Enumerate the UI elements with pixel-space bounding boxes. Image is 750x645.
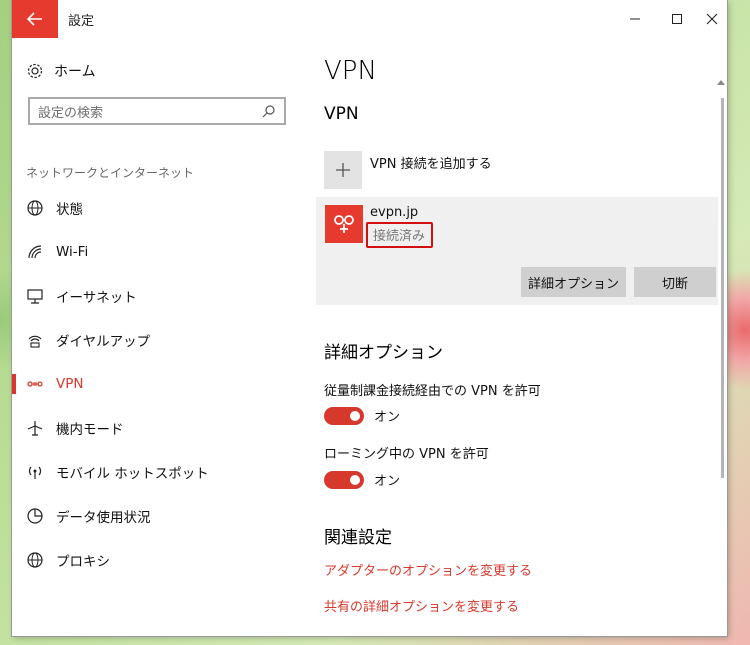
section-title-vpn: VPN xyxy=(324,104,359,124)
ethernet-icon xyxy=(26,287,44,305)
toggle-state: オン xyxy=(374,474,401,489)
gear-icon xyxy=(27,63,43,79)
sidebar-item-wifi[interactable]: Wi-Fi xyxy=(12,230,312,274)
data-usage-icon xyxy=(26,507,44,525)
sidebar-item-label: 機内モード xyxy=(56,422,124,438)
main-content: VPN VPN VPN 接続を追加する evpn.jp 接続済み 詳細オプション… xyxy=(316,38,724,636)
sidebar-item-label: プロキシ xyxy=(56,554,110,570)
globe-status-icon xyxy=(26,199,44,217)
sidebar: ホーム 設定の検索 ネットワークとインターネット 状態 Wi-Fi イーサネット… xyxy=(12,38,312,636)
minimize-icon xyxy=(630,18,640,20)
sidebar-item-label: 状態 xyxy=(56,202,83,218)
search-icon xyxy=(262,105,275,118)
sidebar-item-airplane[interactable]: 機内モード xyxy=(12,406,312,450)
roaming-option-label: ローミング中の VPN を許可 xyxy=(324,447,489,462)
category-heading: ネットワークとインターネット xyxy=(26,166,195,180)
settings-window: 設定 ホーム 設定の検索 ネットワークとインターネット 状態 Wi-Fi イーサ… xyxy=(12,0,727,636)
nav-list: 状態 Wi-Fi イーサネット ダイヤルアップ VPN 機内モード モバイル ホ… xyxy=(12,186,312,582)
sidebar-item-data-usage[interactable]: データ使用状況 xyxy=(12,494,312,538)
home-label: ホーム xyxy=(54,64,96,80)
scroll-up-arrow-icon[interactable] xyxy=(717,80,725,85)
add-vpn-label: VPN 接続を追加する xyxy=(370,156,492,172)
related-settings-title: 関連設定 xyxy=(324,528,392,548)
sidebar-item-ethernet[interactable]: イーサネット xyxy=(12,274,312,318)
airplane-icon xyxy=(26,419,44,437)
sidebar-item-dialup[interactable]: ダイヤルアップ xyxy=(12,318,312,362)
connection-status: 接続済み xyxy=(366,222,434,248)
sidebar-item-hotspot[interactable]: モバイル ホットスポット xyxy=(12,450,312,494)
vpn-connection-icon xyxy=(325,205,363,243)
globe-icon xyxy=(26,551,44,569)
toggle-track xyxy=(324,470,364,489)
connection-name: evpn.jp xyxy=(370,205,419,220)
sidebar-item-label: モバイル ホットスポット xyxy=(56,466,209,482)
home-item[interactable]: ホーム xyxy=(26,61,96,81)
wifi-icon xyxy=(26,243,44,261)
advanced-options-button[interactable]: 詳細オプション xyxy=(521,267,626,297)
toggle-state: オン xyxy=(374,410,401,425)
sharing-options-link[interactable]: 共有の詳細オプションを変更する xyxy=(324,596,519,615)
back-button[interactable] xyxy=(12,0,58,38)
sidebar-item-label: イーサネット xyxy=(56,290,137,306)
sidebar-item-label: Wi-Fi xyxy=(56,244,89,260)
title-bar: 設定 xyxy=(12,0,727,38)
adapter-options-link[interactable]: アダプターのオプションを変更する xyxy=(324,560,532,579)
add-vpn-button[interactable]: VPN 接続を追加する xyxy=(324,151,492,189)
sidebar-item-proxy[interactable]: プロキシ xyxy=(12,538,312,582)
scrollbar[interactable] xyxy=(715,38,727,636)
sidebar-item-label: ダイヤルアップ xyxy=(56,334,151,350)
close-button[interactable] xyxy=(696,0,727,38)
search-placeholder: 設定の検索 xyxy=(38,105,104,121)
plus-icon xyxy=(324,151,362,189)
sidebar-item-label: データ使用状況 xyxy=(56,510,151,526)
hotspot-icon xyxy=(26,463,44,481)
disconnect-button[interactable]: 切断 xyxy=(634,267,716,297)
page-title: VPN xyxy=(324,56,377,86)
close-icon xyxy=(706,13,717,25)
toggle-track xyxy=(324,406,364,425)
advanced-options-title: 詳細オプション xyxy=(324,343,443,363)
sidebar-item-label: VPN xyxy=(56,376,84,392)
scroll-thumb[interactable] xyxy=(721,98,724,478)
vpn-icon xyxy=(26,375,44,393)
metered-toggle[interactable]: オン xyxy=(324,406,400,425)
window-title: 設定 xyxy=(68,14,95,29)
sidebar-item-vpn[interactable]: VPN xyxy=(12,362,312,406)
sidebar-item-status[interactable]: 状態 xyxy=(12,186,312,230)
roaming-toggle[interactable]: オン xyxy=(324,470,400,489)
dialup-icon xyxy=(26,331,44,349)
arrow-left-icon xyxy=(27,12,42,26)
maximize-icon xyxy=(672,14,682,24)
minimize-button[interactable] xyxy=(612,0,658,38)
vpn-connection-card[interactable]: evpn.jp 接続済み 詳細オプション 切断 xyxy=(316,197,718,305)
metered-option-label: 従量制課金接続経由での VPN を許可 xyxy=(324,384,541,399)
search-input[interactable]: 設定の検索 xyxy=(28,97,286,125)
maximize-button[interactable] xyxy=(654,0,700,38)
